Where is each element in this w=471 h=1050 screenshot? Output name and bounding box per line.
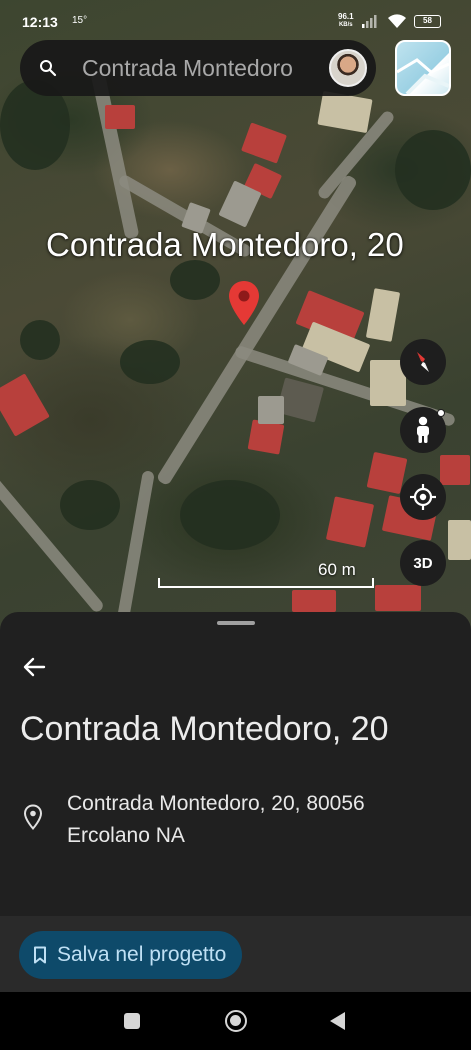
street-view-button[interactable] [400, 407, 446, 453]
network-speed-value: 96.1 [338, 12, 354, 21]
address-line-2: Ercolano NA [67, 824, 185, 847]
map-tree [20, 320, 60, 360]
network-speed: 96.1 KB/s [338, 13, 354, 29]
status-bar: 12:13 15° 96.1 KB/s 58 [0, 0, 471, 44]
nav-back-icon[interactable] [330, 1012, 345, 1030]
map-roof [317, 90, 373, 134]
map-roof [448, 520, 471, 560]
map-roof [440, 455, 470, 485]
save-button-label: Salva nel progetto [57, 943, 227, 966]
my-location-button[interactable] [400, 474, 446, 520]
address-line-1: Contrada Montedoro, 20, 80056 [67, 792, 365, 815]
satellite-map[interactable]: 12:13 15° 96.1 KB/s 58 Contrada Montedor… [0, 0, 471, 640]
map-roof [0, 373, 50, 437]
map-pin-icon[interactable] [228, 280, 260, 326]
status-time: 12:13 [22, 14, 58, 30]
nav-home-icon[interactable] [225, 1010, 247, 1032]
signal-icon [362, 15, 377, 28]
map-roof [105, 105, 135, 129]
network-speed-unit: KB/s [338, 22, 353, 28]
drag-handle[interactable] [217, 621, 255, 625]
map-tree [395, 130, 471, 210]
battery-icon: 58 [414, 15, 441, 28]
back-arrow-icon[interactable] [20, 652, 50, 682]
avatar[interactable] [329, 49, 367, 87]
map-place-label[interactable]: Contrada Montedoro, 20 [46, 226, 404, 264]
my-location-icon [410, 484, 436, 510]
status-temperature: 15° [72, 15, 88, 26]
map-roof [258, 396, 284, 424]
layers-button[interactable] [395, 40, 451, 96]
map-roof [292, 590, 336, 612]
map-roof [365, 288, 401, 342]
location-pin-outline-icon [23, 804, 43, 830]
map-road [117, 470, 155, 620]
search-bar[interactable]: Contrada Montedoro [20, 40, 376, 96]
pegman-badge [437, 409, 445, 417]
map-tree [170, 260, 220, 300]
scale-bar [158, 578, 374, 588]
place-address[interactable]: Contrada Montedoro, 20, 80056 Ercolano N… [67, 788, 365, 852]
layers-icon [397, 58, 449, 94]
sheet-footer: Salva nel progetto [0, 916, 471, 992]
search-input[interactable]: Contrada Montedoro [82, 55, 322, 82]
map-roof [241, 122, 287, 164]
map-roof [325, 496, 375, 548]
place-details-sheet[interactable]: Contrada Montedoro, 20 Contrada Montedor… [0, 612, 471, 992]
map-tree [60, 480, 120, 530]
search-icon[interactable] [39, 59, 57, 77]
map-roof [247, 419, 285, 455]
map-tree [180, 480, 280, 550]
system-nav-bar [0, 992, 471, 1050]
pegman-icon [417, 416, 429, 443]
nav-recent-icon[interactable] [124, 1013, 140, 1029]
map-roof [375, 585, 421, 611]
bookmark-icon [34, 946, 46, 964]
scale-label: 60 m [318, 560, 356, 579]
map-tree [120, 340, 180, 384]
3d-toggle-button[interactable]: 3D [400, 540, 446, 586]
save-to-project-button[interactable]: Salva nel progetto [19, 931, 243, 979]
compass-button[interactable] [400, 339, 446, 385]
place-title: Contrada Montedoro, 20 [20, 710, 389, 748]
compass-icon [417, 352, 429, 372]
wifi-icon [388, 14, 406, 28]
